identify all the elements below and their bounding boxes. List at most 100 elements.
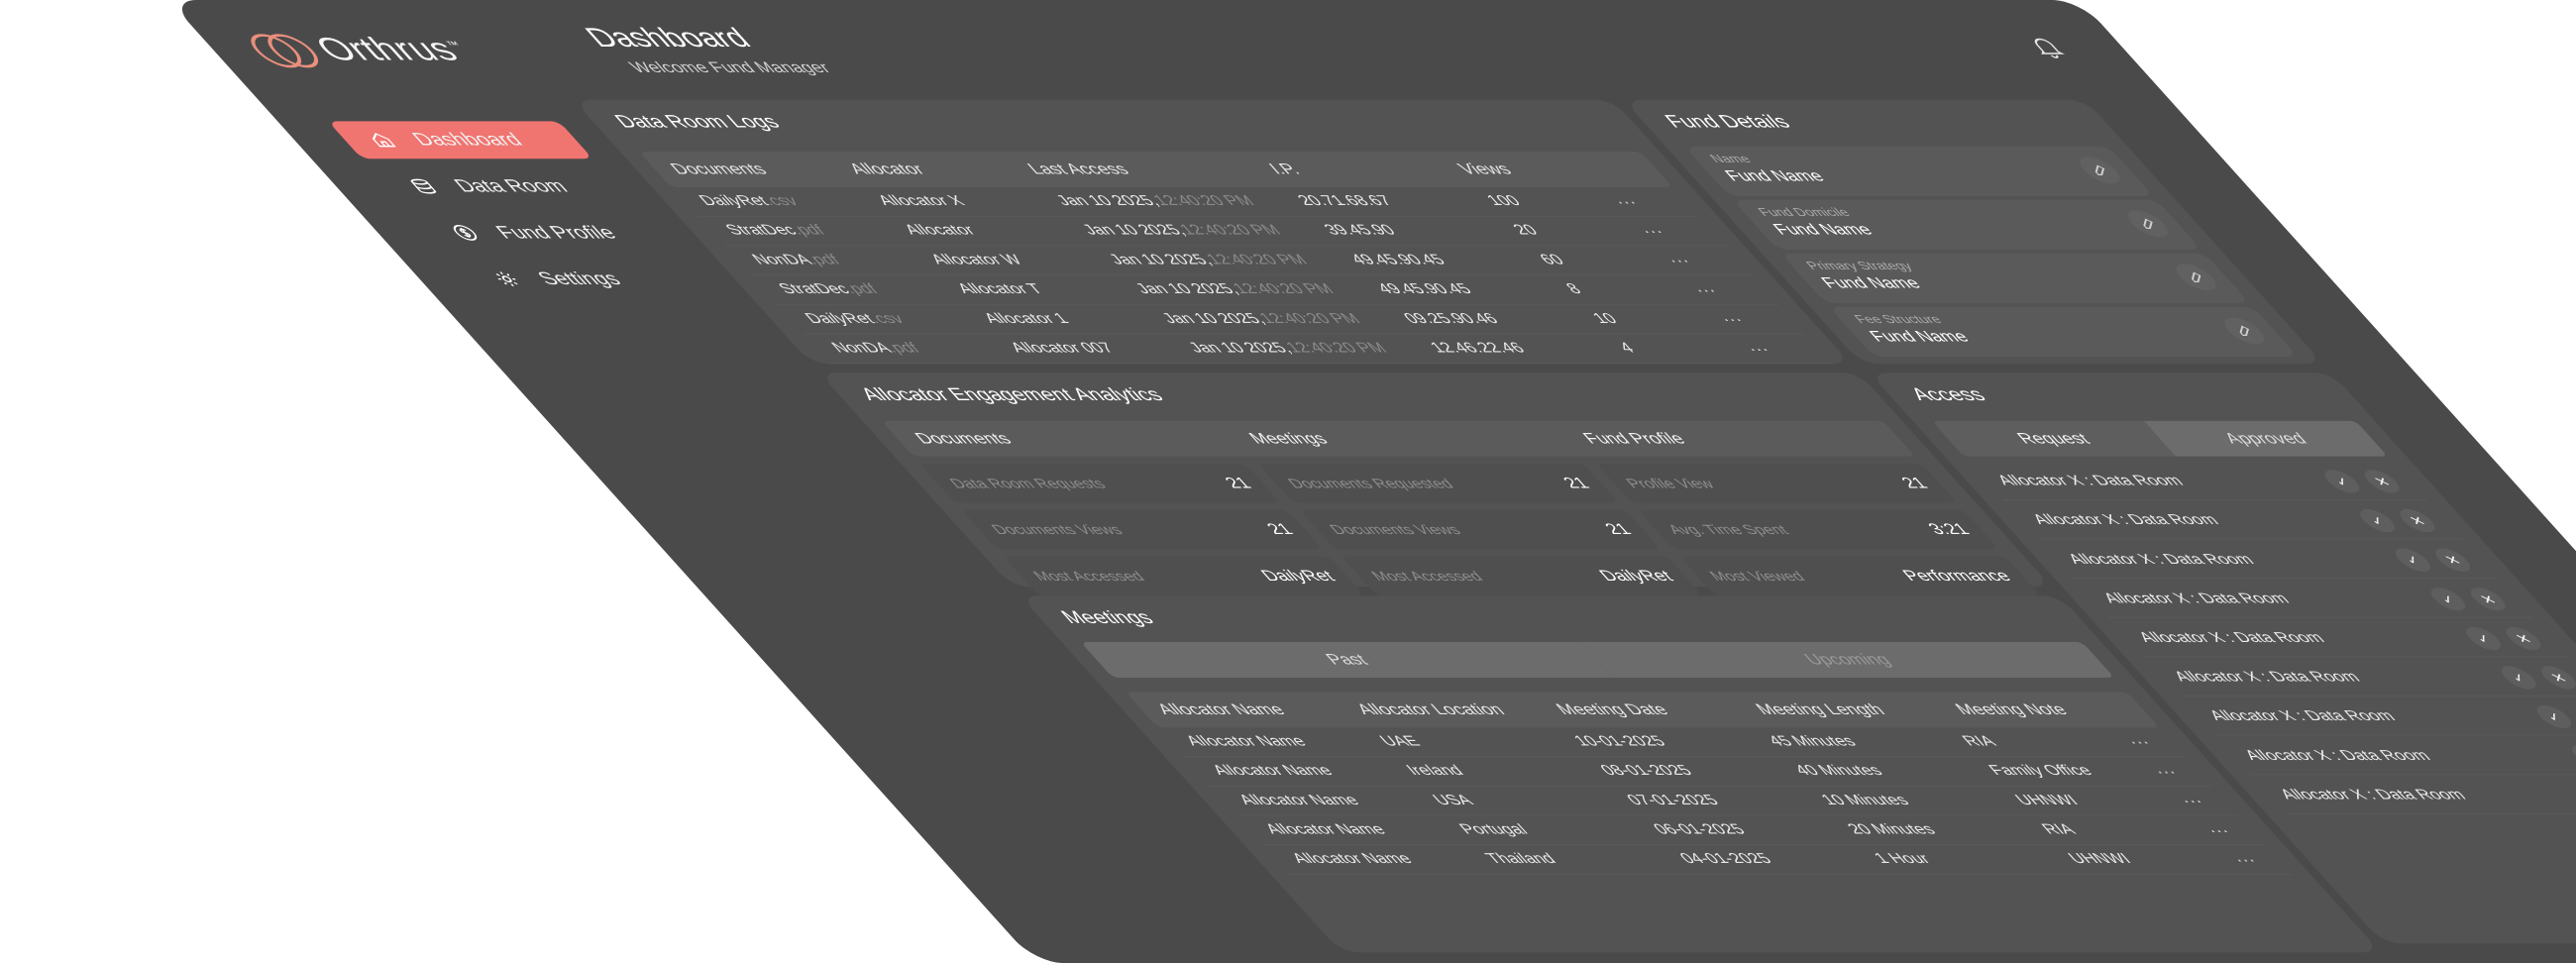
note-cell: UHNWI [2064, 851, 2136, 867]
access-request-row: Allocator X : Data Room ✓✕ [1970, 464, 2427, 500]
app-window: Orthrus™ Dashboard Welcome Fund Manager … [168, 0, 2576, 963]
ip-cell: 39.45.90 [1320, 223, 1400, 239]
access-request-label: Allocator X : Data Room [2134, 630, 2329, 646]
access-request-row: Allocator X : Data Room ✓✕ [2182, 698, 2576, 736]
length-cell: 20 Minutes [1844, 821, 1940, 838]
allocator-cell: Allocator X [874, 193, 970, 209]
ip-cell: 12.46.22.46 [1426, 340, 1530, 357]
metric-label: Avg. Time Spent [1664, 521, 1793, 538]
table-row[interactable]: Allocator Name Thailand 04-01-2025 1 Hour UH… [1263, 845, 2293, 875]
sidebar-item-label: Fund Profile [490, 222, 622, 243]
access-request-row: Allocator X : Data Room ✓✕ [2146, 660, 2576, 696]
metric-label: Most Accessed [1366, 568, 1487, 585]
reject-x-icon[interactable]: ✕ [2428, 548, 2477, 572]
edit-icon[interactable] [2072, 157, 2128, 184]
access-actions: ✓✕ [2565, 744, 2576, 768]
access-time: 12:40:20 PM [1255, 311, 1365, 327]
approve-check-icon[interactable]: ✓ [2565, 744, 2576, 768]
location-cell: Ireland [1402, 763, 1468, 779]
table-row[interactable]: DailyRet.csv Allocator X Jan 10 2025,12:40… [671, 187, 1700, 217]
access-time: 12:40:20 PM [1202, 252, 1312, 268]
last-access-cell: Jan 10 2025,12:40:20 PM [1087, 253, 1342, 268]
access-date: Jan 10 2025, [1185, 340, 1296, 357]
approve-check-icon[interactable]: ✓ [2529, 704, 2576, 729]
document-cell: DailyRet.csv [677, 193, 870, 209]
ip-cell: 20.71.68.67 [1294, 193, 1397, 209]
metric-label: Most Accessed [1028, 568, 1149, 585]
date-cell: 08-01-2025 [1596, 763, 1697, 779]
table-row[interactable]: Allocator Name UAE 10-01-2025 45 Minutes RIA… [1157, 727, 2187, 758]
fund-field: Primary Strategy Fund Name [1780, 253, 2250, 303]
edit-icon[interactable] [2216, 317, 2273, 345]
approve-check-icon[interactable]: ✓ [2317, 470, 2367, 493]
document-cell: DailyRet.csv [783, 311, 976, 327]
table-row[interactable]: StratDec.pdf Allocator Jan 10 2025,12:40:2… [697, 216, 1726, 247]
sidebar-item-data-room[interactable]: Data Room [370, 167, 634, 205]
location-cell: UAE [1376, 733, 1425, 749]
approve-check-icon[interactable]: ✓ [2494, 666, 2543, 690]
table-row[interactable]: Allocator Name Ireland 08-01-2025 40 Minute… [1184, 757, 2213, 787]
column-header: I.P. [1264, 160, 1305, 178]
edit-icon[interactable] [2168, 264, 2224, 291]
metric-row: Most Viewed Performance [1679, 556, 2041, 596]
location-cell: Thailand [1482, 851, 1560, 867]
meetings-tabs: Past Upcoming [1080, 642, 2115, 678]
length-cell: 10 Minutes [1817, 793, 1914, 808]
reject-x-icon[interactable]: ✕ [2393, 508, 2442, 533]
engagement-header: Documents Meetings Fund Profile [881, 420, 1916, 457]
table-row[interactable]: NonDA.pdf Allocator 007 Jan 10 2025,12:40:… [803, 334, 1832, 365]
table-row[interactable]: Allocator Name USA 07-01-2025 10 Minutes UHN… [1210, 786, 2239, 816]
reject-x-icon[interactable]: ✕ [2357, 470, 2407, 493]
approve-check-icon[interactable]: ✓ [2353, 508, 2402, 533]
field-value: Fund Name [1769, 221, 1878, 239]
panel-title: Data Room Logs [609, 112, 786, 133]
reject-x-icon[interactable]: ✕ [2499, 626, 2548, 651]
metric-row: Documents Requested 21 [1257, 464, 1620, 503]
sidebar-item-settings[interactable]: Settings [454, 261, 718, 298]
table-row[interactable]: Allocator Name Portugal 06-01-2025 20 Minut… [1236, 815, 2266, 846]
allocator-name-cell: Allocator Name [1208, 763, 1338, 779]
column-header: Documents [666, 160, 772, 178]
metric-row: Avg. Time Spent 3:21 [1638, 509, 1999, 550]
metric-value: DailyRet [1256, 567, 1340, 585]
tab-upcoming[interactable]: Upcoming [1581, 642, 2115, 678]
table-row[interactable]: NonDA.pdf Allocator W Jan 10 2025,12:40:20… [723, 246, 1753, 276]
dollar-circle-icon [445, 223, 485, 243]
tab-request[interactable]: Request [1931, 420, 2177, 457]
metric-label: Profile View [1621, 476, 1719, 491]
views-cell: 10 [1588, 311, 1622, 327]
bell-icon[interactable] [2024, 36, 2071, 58]
access-time: 12:40:20 PM [1176, 223, 1286, 239]
access-request-label: Allocator X : Data Room [2028, 512, 2223, 528]
tab-approved[interactable]: Approved [2143, 420, 2389, 457]
column-header: Allocator Name [1152, 700, 1290, 718]
column-header: Meeting Date [1551, 700, 1673, 718]
metric-value: 21 [1896, 474, 1932, 491]
access-actions: ✓✕ [2494, 666, 2576, 690]
brand-logo[interactable]: Orthrus™ [238, 31, 481, 68]
access-actions: ✓✕ [2317, 470, 2407, 493]
approve-check-icon[interactable]: ✓ [2459, 626, 2508, 651]
access-actions: ✓✕ [2353, 508, 2442, 533]
metric-row: Most Accessed DailyRet [1003, 556, 1365, 596]
views-cell: 60 [1536, 252, 1569, 268]
access-request-label: Allocator X : Data Room [2064, 552, 2259, 568]
access-tabs: Request Approved [1931, 420, 2389, 457]
sidebar-item-fund-profile[interactable]: Fund Profile [411, 214, 676, 252]
approve-check-icon[interactable]: ✓ [2389, 548, 2437, 572]
reject-x-icon[interactable]: ✕ [2463, 588, 2513, 611]
field-value: Fund Name [1816, 274, 1926, 292]
length-cell: 1 Hour [1870, 851, 1935, 867]
page-subtitle: Welcome Fund Manager [624, 58, 835, 76]
approve-check-icon[interactable]: ✓ [2423, 588, 2473, 611]
table-row[interactable]: StratDec.pdf Allocator T Jan 10 2025,12:40… [750, 275, 1779, 305]
tab-past[interactable]: Past [1080, 642, 1614, 678]
edit-icon[interactable] [2119, 210, 2177, 238]
field-label: Fee Structure [1850, 312, 1946, 326]
metric-label: Documents Requested [1283, 476, 1458, 491]
reject-x-icon[interactable]: ✕ [2534, 666, 2576, 690]
metric-row: Data Room Requests 21 [919, 464, 1281, 503]
table-row[interactable]: DailyRet.csv Allocator 1 Jan 10 2025,12:40… [777, 304, 1806, 335]
note-cell: Family Office [1985, 763, 2097, 779]
sidebar-item-dashboard[interactable]: Dashboard [328, 121, 593, 160]
